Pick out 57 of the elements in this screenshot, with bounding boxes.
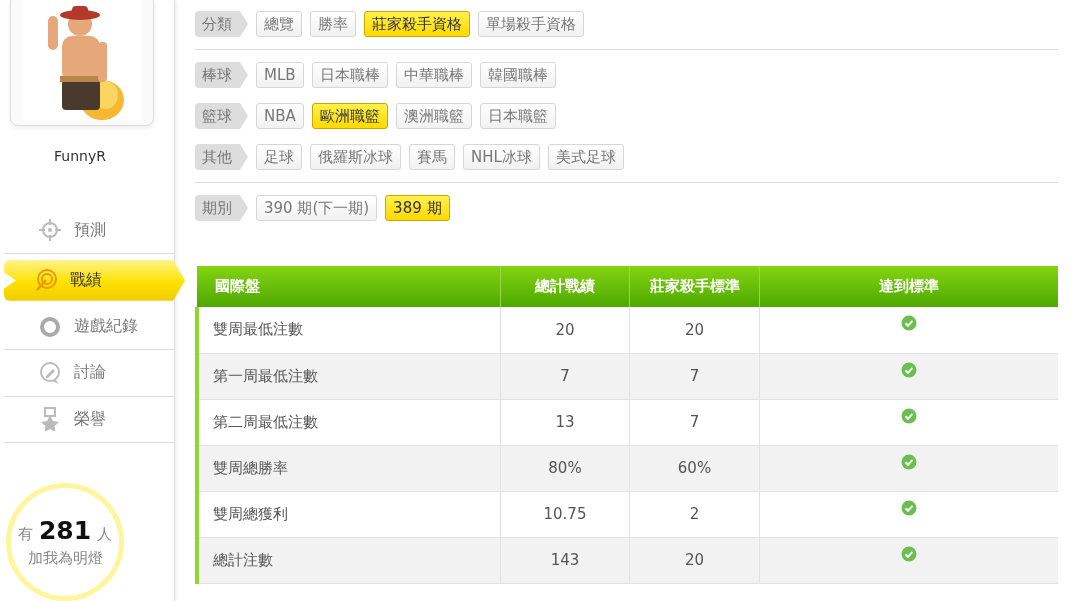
- filter-chip[interactable]: 勝率: [310, 11, 356, 37]
- filter-label: 分類: [195, 11, 248, 37]
- table-cell: 7: [500, 353, 630, 399]
- filter-chip[interactable]: 莊家殺手資格: [364, 11, 470, 37]
- menu-item[interactable]: 討論: [4, 350, 174, 397]
- filter-chip[interactable]: 中華職棒: [395, 62, 472, 88]
- menu-item[interactable]: 遊戲紀錄: [4, 303, 174, 351]
- table-cell: 10.75: [500, 491, 630, 537]
- filter-label: 其他: [195, 144, 248, 170]
- fans-caption: 加我為明燈: [27, 549, 103, 568]
- menu-item[interactable]: 榮譽: [4, 396, 174, 443]
- table-cell: 143: [500, 537, 630, 583]
- table-cell: 20: [629, 537, 760, 583]
- filter-chip[interactable]: 歐洲職籃: [311, 103, 388, 129]
- filter-chip[interactable]: 總覽: [256, 11, 302, 37]
- table-cell: 第一周最低注數: [197, 353, 501, 399]
- column-header: 國際盤: [197, 266, 501, 307]
- filter-chip[interactable]: 日本職棒: [311, 62, 388, 88]
- filter-chip[interactable]: 單場殺手資格: [478, 11, 584, 37]
- crosshair-icon: [38, 218, 62, 243]
- filter-label: 期別: [195, 195, 248, 221]
- ring-icon: [38, 314, 62, 339]
- table-cell: 13: [500, 399, 630, 445]
- filter-chip[interactable]: 韓國職棒: [479, 62, 556, 88]
- table-cell: 2: [629, 491, 760, 537]
- filter-chip[interactable]: 澳洲職籃: [395, 103, 472, 129]
- filter-chip[interactable]: 日本職籃: [479, 103, 556, 129]
- fans-count: 281: [38, 516, 92, 545]
- filter-chip[interactable]: NHL冰球: [463, 144, 540, 170]
- filter-chip[interactable]: 389 期: [385, 195, 450, 221]
- filter-label: 籃球: [195, 103, 248, 129]
- table-cell: 7: [629, 353, 760, 399]
- column-header: 達到標準: [759, 266, 1058, 307]
- table-cell: 60%: [629, 445, 760, 491]
- username: FunnyR: [54, 147, 106, 164]
- fans-prefix: 有: [17, 525, 33, 544]
- menu-item[interactable]: 戰績: [4, 260, 185, 301]
- table-cell: 總計注數: [197, 537, 501, 583]
- filter-chip[interactable]: 足球: [256, 144, 302, 170]
- chat-icon: [38, 360, 62, 385]
- table-cell: 20: [629, 307, 760, 353]
- table-cell: 7: [629, 399, 760, 445]
- table-cell: 雙周總勝率: [197, 445, 501, 491]
- filter-chip[interactable]: 賽馬: [409, 144, 455, 170]
- filter-chip[interactable]: MLB: [256, 62, 304, 88]
- filter-chip[interactable]: 俄羅斯冰球: [310, 144, 401, 170]
- filter-chip[interactable]: 390 期(下一期): [256, 195, 378, 221]
- fans-suffix: 人: [97, 525, 113, 544]
- table-cell: 20: [500, 307, 630, 353]
- filter-chip[interactable]: 美式足球: [547, 144, 624, 170]
- column-header: 莊家殺手標準: [629, 266, 760, 307]
- table-cell: 80%: [500, 445, 630, 491]
- filter-chip[interactable]: NBA: [256, 103, 304, 129]
- filter-label: 棒球: [195, 62, 248, 88]
- column-header: 總計戰績: [500, 266, 630, 307]
- menu-item[interactable]: 預測: [4, 207, 174, 255]
- target-icon: [34, 268, 58, 293]
